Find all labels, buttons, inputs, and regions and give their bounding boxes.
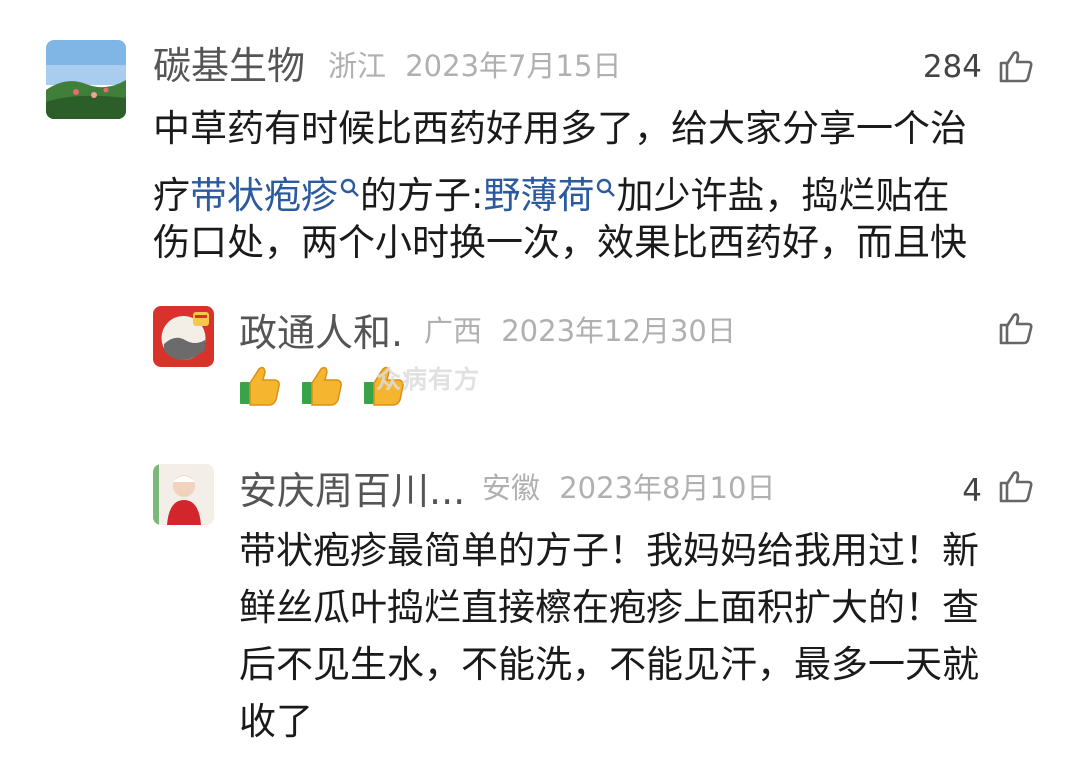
text-line: 带状疱疹最简单的方子！我妈妈给我用过！新 [239,529,979,572]
comment-1: 碳基生物 浙江 2023年7月15日 284 中草药有时候比西药好用多了，给大家… [0,0,1080,270]
comment-3: 安庆周百川... 安徽 2023年8月10日 4 带状疱疹最简单的方子！我妈妈给… [0,450,1080,766]
timestamp: 2023年8月10日 [559,471,776,505]
keyword-link-wild-mint[interactable]: 野薄荷 [483,174,616,217]
text-segment: 中草药有时候比西药好用多了，给大家分享一个治 [153,107,967,150]
text-segment: 伤口处，两个小时换一次，效果比西药好，而且快 [153,221,967,264]
text-segment: 的方子: [360,174,484,217]
avatar[interactable] [46,40,126,119]
comment-2: 政通人和. 广西 2023年12月30日 [0,290,1080,430]
text-line: 中草药有时候比西药好用多了，给大家分享一个治 [153,100,967,157]
avatar[interactable] [153,306,214,367]
like-icon[interactable] [998,48,1034,84]
search-icon [340,157,360,214]
avatar[interactable] [153,464,214,525]
location: 安徽 [482,471,541,505]
timestamp: 2023年7月15日 [405,49,622,83]
text-segment: 加少许盐，捣烂贴在 [616,174,950,217]
like-count: 4 [962,473,982,509]
text-line: 收了 [239,700,313,743]
comment-text: 中草药有时候比西药好用多了，给大家分享一个治 疗带状疱疹 的方子:野薄荷 加少许盐，… [153,100,967,271]
link-text: 带状疱疹 [190,174,338,217]
comment-text: 带状疱疹最简单的方子！我妈妈给我用过！新 鲜丝瓜叶捣烂直接檫在疱疹上面积扩大的！… [239,522,979,750]
like-icon[interactable] [998,468,1034,504]
thumbs-up-emoji-icon [301,363,343,423]
keyword-link-shingles[interactable]: 带状疱疹 [190,174,360,217]
location: 浙江 [328,49,387,83]
text-line: 伤口处，两个小时换一次，效果比西药好，而且快 [153,214,967,271]
text-line: 鲜丝瓜叶捣烂直接檫在疱疹上面积扩大的！查 [239,586,979,629]
username[interactable]: 安庆周百川... [239,472,465,510]
comment-meta: 广西 2023年12月30日 [424,317,736,346]
like-icon[interactable] [998,310,1034,346]
comment-meta: 浙江 2023年7月15日 [328,52,621,81]
thumbs-up-emoji-icon [239,363,281,423]
comment-meta: 安徽 2023年8月10日 [482,474,775,503]
location: 广西 [424,314,483,348]
username[interactable]: 政通人和. [239,314,403,352]
text-line: 后不见生水，不能洗，不能见汗，最多一天就 [239,643,979,686]
timestamp: 2023年12月30日 [501,314,736,348]
watermark: 众病有方 [376,365,481,394]
username[interactable]: 碳基生物 [153,47,305,85]
search-icon [596,157,616,214]
link-text: 野薄荷 [483,174,595,217]
like-count: 284 [922,49,982,85]
text-segment: 疗 [153,174,190,217]
text-line: 疗带状疱疹 的方子:野薄荷 加少许盐，捣烂贴在 [153,157,967,217]
